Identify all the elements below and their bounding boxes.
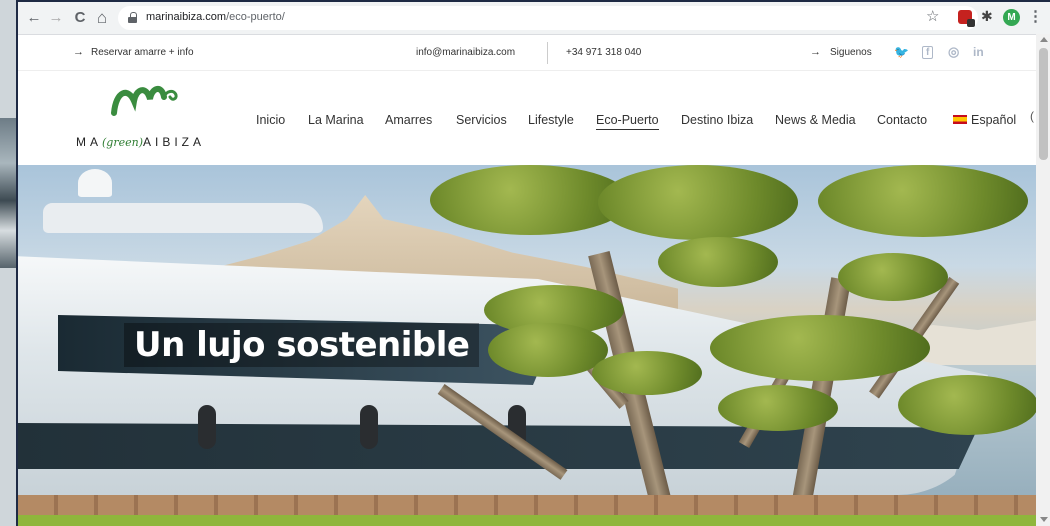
fender [198, 405, 216, 449]
nav-item-inicio[interactable]: Inicio [256, 113, 285, 127]
nav-item-servicios[interactable]: Servicios [456, 113, 507, 127]
fender [360, 405, 378, 449]
nav-item-contacto[interactable]: Contacto [877, 113, 927, 127]
url-text[interactable]: marinaibiza.com/eco-puerto/ [146, 11, 285, 23]
marina-logo-icon[interactable] [110, 81, 190, 117]
nav-item-eco-puerto[interactable]: Eco-Puerto [596, 113, 659, 130]
desktop-background-left [0, 118, 16, 268]
instagram-icon[interactable]: ◎ [948, 44, 959, 60]
logo-pre: MA [76, 135, 102, 149]
browser-toolbar: ← → C ⌂ marinaibiza.com/eco-puerto/ ☆ ✱ … [18, 2, 1050, 35]
extensions-puzzle-icon[interactable]: ✱ [981, 8, 993, 25]
lawn [18, 515, 1036, 526]
tree-foliage [818, 165, 1028, 237]
scroll-down-icon[interactable] [1040, 517, 1048, 522]
scrollbar-thumb[interactable] [1039, 48, 1048, 160]
tree-foliage [592, 351, 702, 395]
page-scrollbar[interactable] [1036, 34, 1050, 526]
reserve-link[interactable]: Reservar amarre + info [91, 47, 194, 58]
url-path: /eco-puerto/ [226, 11, 285, 23]
divider [547, 42, 548, 64]
tree-foliage [838, 253, 948, 301]
nav-item-lifestyle[interactable]: Lifestyle [528, 113, 574, 127]
hero-title: Un lujo sostenible [124, 323, 480, 367]
tree-foliage [658, 237, 778, 287]
lock-icon [128, 12, 137, 23]
arrow-right-icon: → [810, 46, 821, 58]
site-header: MA(green)AIBIZA Inicio La Marina Amarres… [18, 71, 1036, 165]
forward-icon[interactable]: → [46, 8, 66, 28]
yacht-radar-arch [43, 203, 323, 233]
nav-item-la-marina[interactable]: La Marina [308, 113, 364, 127]
back-icon[interactable]: ← [24, 8, 44, 28]
hero-image: Un lujo sostenible [18, 165, 1036, 526]
tree-foliage [598, 165, 798, 240]
logo-green: (green) [102, 136, 143, 149]
nav-overflow: ( [1030, 109, 1034, 123]
browser-window: ← → C ⌂ marinaibiza.com/eco-puerto/ ☆ ✱ … [16, 0, 1050, 526]
follow-label: Siguenos [830, 47, 872, 58]
tree-foliage [710, 315, 930, 381]
nav-item-news-media[interactable]: News & Media [775, 113, 856, 127]
yacht-radar-dome [78, 169, 112, 197]
tree-foliage [718, 385, 838, 431]
profile-avatar[interactable]: M [1003, 9, 1020, 26]
home-icon[interactable]: ⌂ [92, 8, 112, 28]
reload-icon[interactable]: C [70, 8, 90, 28]
bookmark-star-icon[interactable]: ☆ [926, 7, 939, 25]
spain-flag-icon [953, 115, 967, 124]
browser-menu-icon[interactable]: ⋮ [1028, 7, 1043, 25]
stone-quay [18, 495, 1036, 515]
arrow-right-icon: → [73, 46, 84, 58]
tree-foliage [488, 323, 608, 377]
twitter-icon[interactable]: 🐦 [894, 45, 909, 59]
marina-logo-text[interactable]: MA(green)AIBIZA [76, 135, 205, 149]
language-selector[interactable]: Español [971, 113, 1016, 127]
scroll-up-icon[interactable] [1040, 37, 1048, 42]
extension-icon[interactable] [958, 10, 975, 27]
nav-item-amarres[interactable]: Amarres [385, 113, 432, 127]
tree-foliage [898, 375, 1036, 435]
linkedin-icon[interactable]: in [973, 45, 984, 59]
nav-item-destino-ibiza[interactable]: Destino Ibiza [681, 113, 753, 127]
email-link[interactable]: info@marinaibiza.com [416, 47, 515, 58]
address-bar[interactable]: marinaibiza.com/eco-puerto/ [118, 6, 978, 30]
facebook-icon[interactable]: f [922, 46, 934, 59]
url-domain: marinaibiza.com [146, 11, 227, 23]
top-info-bar: → Reservar amarre + info info@marinaibiz… [18, 34, 1036, 71]
phone-link[interactable]: +34 971 318 040 [566, 47, 641, 58]
logo-post: AIBIZA [143, 135, 206, 149]
